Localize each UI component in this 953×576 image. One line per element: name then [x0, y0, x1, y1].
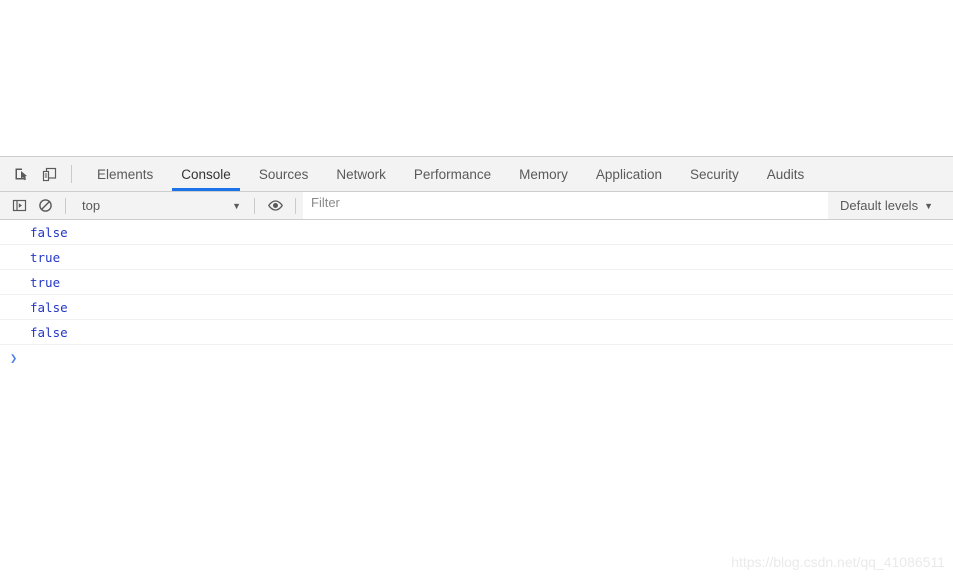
tab-security[interactable]: Security	[676, 157, 753, 191]
console-message-text: false	[30, 224, 68, 240]
execution-context-select[interactable]: top ▼	[73, 193, 247, 219]
live-expression-eye-icon[interactable]	[262, 193, 288, 219]
console-message-row: false	[0, 320, 953, 345]
tab-elements[interactable]: Elements	[83, 157, 167, 191]
tab-memory-label: Memory	[519, 166, 568, 182]
tab-performance[interactable]: Performance	[400, 157, 505, 191]
console-message-text: false	[30, 324, 68, 340]
tab-sources[interactable]: Sources	[245, 157, 323, 191]
console-filter-input[interactable]	[303, 192, 829, 212]
console-message-row: true	[0, 270, 953, 295]
console-output[interactable]: false true true false false ❯	[0, 220, 953, 576]
toolbar-divider-2	[254, 197, 255, 214]
devtools-tabstrip: Elements Console Sources Network Perform…	[0, 157, 953, 192]
tab-performance-label: Performance	[413, 166, 492, 182]
console-message-text: true	[30, 249, 61, 265]
tab-network[interactable]: Network	[322, 157, 400, 191]
chevron-down-icon: ▼	[924, 200, 933, 211]
console-message-row: false	[0, 220, 953, 245]
console-message-text: true	[30, 274, 61, 290]
tab-console-label: Console	[181, 166, 231, 182]
watermark-text: https://blog.csdn.net/qq_41086511	[731, 554, 945, 570]
tab-audits-label: Audits	[766, 166, 805, 182]
browser-page-viewport	[0, 0, 953, 156]
tab-audits[interactable]: Audits	[753, 157, 819, 191]
tab-network-label: Network	[336, 166, 386, 182]
console-message-row: false	[0, 295, 953, 320]
toolbar-divider-1	[65, 197, 66, 214]
device-toolbar-icon[interactable]	[35, 157, 63, 191]
console-prompt-input[interactable]	[17, 345, 953, 371]
tab-sources-label: Sources	[258, 166, 309, 182]
console-filter-wrapper	[303, 192, 829, 219]
clear-console-icon[interactable]	[32, 193, 58, 219]
console-prompt-row[interactable]: ❯	[0, 345, 953, 371]
tab-memory[interactable]: Memory	[505, 157, 582, 191]
log-levels-label: Default levels	[840, 198, 919, 213]
console-message-text: false	[30, 299, 68, 315]
log-levels-dropdown[interactable]: Default levels ▼	[828, 198, 953, 213]
console-toolbar: top ▼ Default levels ▼	[0, 192, 953, 220]
execution-context-value: top	[82, 198, 101, 213]
inspect-element-icon[interactable]	[7, 157, 35, 191]
console-sidebar-icon[interactable]	[6, 193, 32, 219]
console-message-row: true	[0, 245, 953, 270]
tabstrip-divider	[71, 165, 72, 183]
devtools-tabs: Elements Console Sources Network Perform…	[83, 157, 818, 191]
tab-application[interactable]: Application	[582, 157, 676, 191]
toolbar-divider-3	[295, 197, 296, 214]
tab-console[interactable]: Console	[167, 157, 245, 191]
tab-security-label: Security	[689, 166, 739, 182]
prompt-chevron-icon: ❯	[10, 351, 18, 365]
chevron-down-icon: ▼	[232, 200, 241, 211]
tab-application-label: Application	[595, 166, 662, 182]
devtools-panel: Elements Console Sources Network Perform…	[0, 156, 953, 576]
tab-elements-label: Elements	[97, 166, 154, 182]
